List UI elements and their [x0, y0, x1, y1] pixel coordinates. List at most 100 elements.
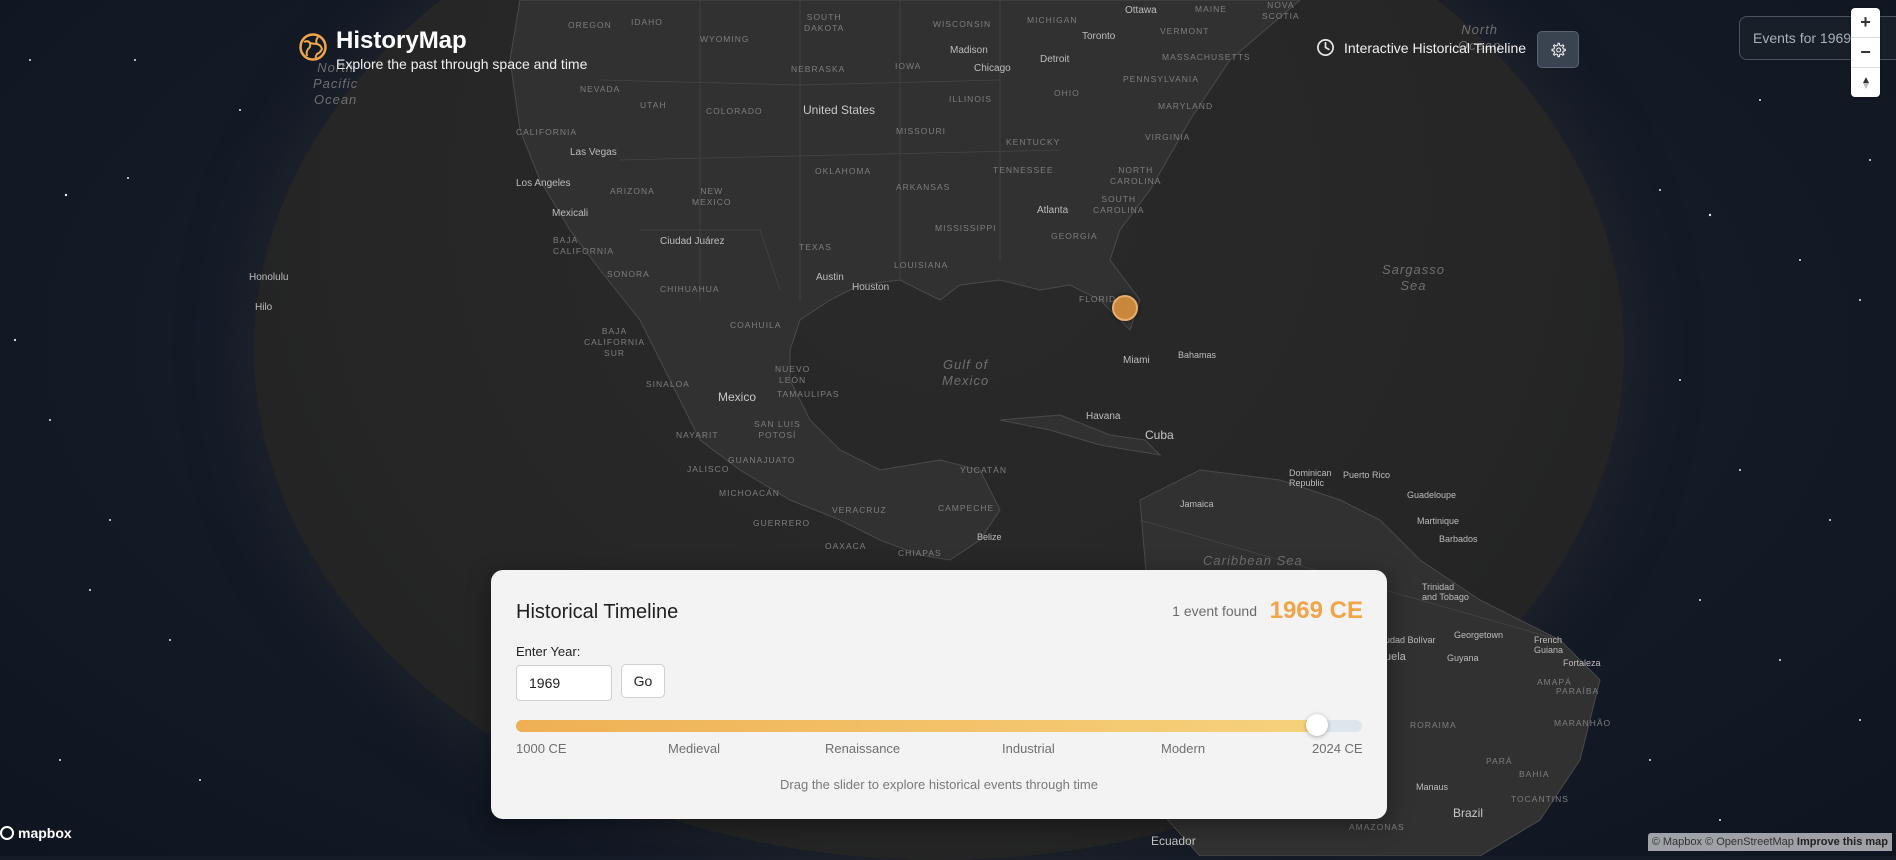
city-label: Hilo: [255, 302, 273, 313]
timeline-panel: Historical Timeline 1 event found 1969 C…: [491, 570, 1387, 819]
slider-fill: [516, 720, 1317, 732]
state-label: NOVA SCOTIA: [1262, 0, 1300, 21]
zoom-out-button[interactable]: −: [1851, 38, 1880, 68]
state-label: TEXAS: [799, 242, 832, 252]
country-label: Mexico: [718, 390, 757, 404]
slider-hint: Drag the slider to explore historical ev…: [780, 777, 1098, 792]
city-label: Mexicali: [552, 208, 589, 219]
state-label: BAJA CALIFORNIA SUR: [584, 326, 646, 358]
sea-label: Caribbean Sea: [1203, 553, 1303, 568]
city-label: Madison: [950, 45, 988, 56]
mapbox-logo-text: mapbox: [18, 825, 72, 841]
map-attribution: © Mapbox © OpenStreetMap Improve this ma…: [1647, 833, 1892, 851]
country-label: Ecuador: [1151, 834, 1196, 848]
state-label: OAXACA: [825, 541, 867, 551]
state-label: ARIZONA: [610, 186, 655, 196]
state-label: SONORA: [607, 269, 650, 279]
go-button[interactable]: Go: [621, 664, 665, 698]
city-label: Puerto Rico: [1343, 470, 1391, 480]
state-label: KENTUCKY: [1006, 137, 1061, 147]
city-label: uela: [1385, 651, 1406, 663]
state-label: MISSOURI: [896, 126, 947, 136]
state-label: BAJA CALIFORNIA: [553, 235, 615, 256]
compass-icon: [1862, 76, 1869, 89]
country-label: Brazil: [1453, 806, 1484, 820]
city-label: Havana: [1086, 411, 1121, 422]
city-label: French Guiana: [1534, 635, 1564, 655]
settings-button[interactable]: [1537, 31, 1579, 68]
state-label: GUANAJUATO: [728, 455, 796, 465]
city-label: Georgetown: [1454, 630, 1504, 640]
state-label: SOUTH CAROLINA: [1093, 194, 1145, 215]
city-label: Manaus: [1416, 782, 1449, 792]
state-label: AMAZONAS: [1349, 822, 1405, 832]
state-label: TOCANTINS: [1511, 794, 1569, 804]
city-label: Martinique: [1417, 516, 1460, 526]
state-label: MASSACHUSETTS: [1162, 52, 1251, 62]
state-label: ILLINOIS: [949, 94, 992, 104]
zoom-in-button[interactable]: +: [1851, 8, 1880, 38]
mapbox-logo[interactable]: mapbox: [0, 825, 72, 841]
state-label: UTAH: [640, 100, 667, 110]
state-label: NUEVO LEÓN: [775, 364, 811, 385]
app-subtitle: Explore the past through space and time: [336, 56, 588, 72]
state-label: NEW MEXICO: [692, 186, 732, 207]
clock-icon: [1317, 39, 1334, 56]
state-label: IOWA: [895, 61, 922, 71]
year-slider[interactable]: [516, 714, 1362, 736]
slider-thumb[interactable]: [1305, 714, 1328, 736]
state-label: VIRGINIA: [1145, 132, 1191, 142]
state-label: MARYLAND: [1158, 101, 1214, 111]
state-label: BAHIA: [1519, 769, 1550, 779]
attribution-text[interactable]: © Mapbox © OpenStreetMap: [1652, 836, 1794, 848]
state-label: WYOMING: [700, 34, 750, 44]
era-label: Medieval: [668, 741, 721, 756]
year-input[interactable]: [516, 665, 612, 701]
compass-button[interactable]: [1851, 68, 1880, 97]
timeline-link-label: Interactive Historical Timeline: [1344, 39, 1527, 56]
event-count: 1 event found: [1172, 603, 1257, 619]
state-label: SINALOA: [646, 379, 690, 389]
state-label: MARANHÃO: [1554, 718, 1612, 728]
sea-label: Sargasso Sea: [1382, 262, 1445, 293]
state-label: CHIHUAHUA: [660, 284, 720, 294]
era-label: 1000 CE: [516, 741, 567, 756]
state-label: CHIAPAS: [898, 548, 942, 558]
state-label: CAMPECHE: [938, 503, 995, 513]
city-label: Honolulu: [249, 272, 289, 283]
state-label: GUERRERO: [753, 518, 811, 528]
state-label: IDAHO: [631, 17, 663, 27]
era-label: Industrial: [1002, 741, 1055, 756]
city-label: Los Angeles: [516, 178, 571, 189]
timeline-link[interactable]: Interactive Historical Timeline: [1316, 38, 1526, 57]
city-label: Miami: [1123, 355, 1150, 366]
state-label: WISCONSIN: [933, 19, 992, 29]
city-label: Ottawa: [1125, 5, 1157, 16]
city-label: udad Bolívar: [1385, 635, 1436, 645]
city-label: Belize: [977, 532, 1002, 542]
era-label: Renaissance: [825, 741, 901, 756]
state-label: OKLAHOMA: [815, 166, 872, 176]
city-label: Guyana: [1447, 653, 1479, 663]
state-label: PARÁ: [1486, 756, 1513, 766]
year-display: 1969 CE: [1269, 597, 1363, 624]
enter-year-label: Enter Year:: [516, 644, 581, 659]
globe-icon: [299, 33, 327, 61]
state-label: TENNESSEE: [993, 165, 1054, 175]
country-label: United States: [803, 103, 876, 117]
state-label: PARAÍBA: [1556, 686, 1600, 696]
state-label: NEBRASKA: [791, 64, 846, 74]
city-label: Trinidad and Tobago: [1422, 582, 1469, 602]
state-label: MICHIGAN: [1027, 15, 1078, 25]
gear-icon: [1551, 42, 1566, 57]
state-label: MISSISSIPPI: [935, 223, 997, 233]
city-label: Atlanta: [1037, 205, 1069, 216]
improve-map-link[interactable]: Improve this map: [1797, 836, 1888, 848]
state-label: PENNSYLVANIA: [1123, 74, 1199, 84]
state-label: COAHUILA: [730, 320, 782, 330]
state-label: NAYARIT: [676, 430, 719, 440]
state-label: JALISCO: [687, 464, 730, 474]
event-marker[interactable]: [1112, 295, 1138, 321]
state-label: TAMAULIPAS: [777, 389, 840, 399]
city-label: Las Vegas: [570, 147, 617, 158]
